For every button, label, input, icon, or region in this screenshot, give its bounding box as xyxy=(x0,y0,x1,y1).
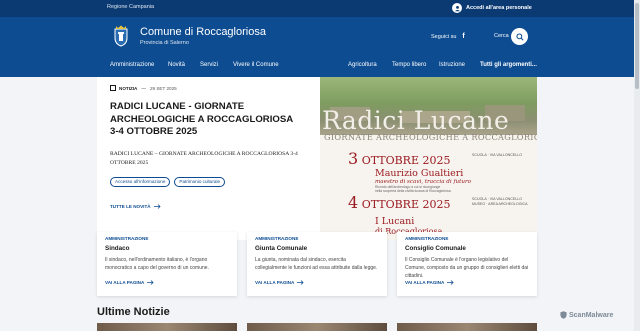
news-thumbnail[interactable] xyxy=(247,323,387,331)
card-text: Il sindaco, nell'ordinamento italiano, è… xyxy=(105,257,209,271)
poster-event-2: 4 OTTOBRE 2025 SCUOLA · VIA VALLONCELLO … xyxy=(348,193,528,236)
card-category: AMMINISTRAZIONE xyxy=(105,236,149,241)
region-link[interactable]: Regione Campania xyxy=(107,4,154,10)
search-icon xyxy=(515,32,524,41)
event-date: 4 OTTOBRE 2025 xyxy=(348,193,451,212)
event-location: SCUOLA · VIA VALLONCELLO xyxy=(472,153,523,157)
card-link[interactable]: VAI ALLA PAGINA xyxy=(105,280,154,285)
main-navigation: Amministrazione Novità Servizi Vivere il… xyxy=(0,57,640,77)
news-thumbnail[interactable] xyxy=(97,323,237,331)
category-label: NOTIZIA xyxy=(119,85,138,91)
event-speaker: I Lucani xyxy=(375,216,415,227)
news-tags: Accesso all'informazione Patrimonio cult… xyxy=(110,176,300,187)
card-link-label: VAI ALLA PAGINA xyxy=(405,280,445,285)
slim-header: Regione Campania Accedi all'area persona… xyxy=(0,0,640,17)
shield-icon xyxy=(560,311,567,319)
poster-subtitle: GIORNATE ARCHEOLOGICHE A ROCCAGLORIOSA xyxy=(324,132,537,142)
arrow-right-icon xyxy=(297,280,304,285)
news-date: 29 SET 2025 xyxy=(149,85,177,91)
login-button[interactable]: Accedi all'area personale xyxy=(452,3,532,13)
event-speaker: Maurizio Gualtieri xyxy=(375,168,464,179)
card-category: AMMINISTRAZIONE xyxy=(255,236,299,241)
latest-news-heading: Ultime Notizie xyxy=(97,306,170,318)
user-icon xyxy=(452,3,462,13)
card-title[interactable]: Consiglio Comunale xyxy=(405,245,529,252)
event-location: SCUOLA · VIA VALLONCELLO MUSEO · AREA AR… xyxy=(472,197,528,206)
poster-event-1: 3 OTTOBRE 2025 SCUOLA · VIA VALLONCELLO … xyxy=(348,149,522,193)
arrow-right-icon xyxy=(147,280,154,285)
watermark: ScanMalware xyxy=(560,311,613,319)
all-news-link[interactable]: TUTTE LE NOVITÀ xyxy=(110,203,300,210)
hero-text: NOTIZIA — 29 SET 2025 RADICI LUCANE - GI… xyxy=(110,85,300,210)
separator: — xyxy=(141,85,146,91)
card-link-label: VAI ALLA PAGINA xyxy=(105,280,145,285)
municipal-crest-icon xyxy=(113,25,129,47)
card-title[interactable]: Giunta Comunale xyxy=(255,245,379,252)
calendar-icon xyxy=(110,85,116,91)
nav-item-servizi[interactable]: Servizi xyxy=(200,62,218,68)
news-title[interactable]: RADICI LUCANE - GIORNATE ARCHEOLOGICHE A… xyxy=(110,101,300,139)
card-consiglio-comunale: AMMINISTRAZIONE Consiglio Comunale Il Co… xyxy=(397,232,537,296)
province-label: Provincia di Salerno xyxy=(140,40,189,46)
all-news-label: TUTTE LE NOVITÀ xyxy=(110,204,151,209)
search-label: Cerca xyxy=(494,33,509,39)
news-description: RADICI LUCANE – GIORNATE ARCHEOLOGICHE A… xyxy=(110,150,298,166)
event-poster-image[interactable]: Radici Lucane GIORNATE ARCHEOLOGICHE A R… xyxy=(320,77,537,240)
watermark-label: ScanMalware xyxy=(569,311,614,319)
nav-item-agricoltura[interactable]: Agricoltura xyxy=(348,62,377,68)
tag-patrimonio-culturale[interactable]: Patrimonio culturale xyxy=(174,176,226,187)
facebook-icon[interactable]: f xyxy=(462,33,464,40)
nav-item-istruzione[interactable]: Istruzione xyxy=(439,62,465,68)
nav-item-amministrazione[interactable]: Amministrazione xyxy=(110,62,154,68)
card-text: La giunta, nominata dal sindaco, esercit… xyxy=(255,257,378,271)
arrow-right-icon xyxy=(447,280,454,285)
tag-accesso-informazione[interactable]: Accesso all'informazione xyxy=(110,176,171,187)
login-label: Accedi all'area personale xyxy=(466,5,532,11)
hero-news: NOTIZIA — 29 SET 2025 RADICI LUCANE - GI… xyxy=(97,77,537,240)
social-links: Seguici su f xyxy=(431,33,465,40)
search-button[interactable] xyxy=(511,28,528,45)
card-text: Il Consiglio Comunale è l'organo legisla… xyxy=(405,257,529,279)
scrollbar-thumb[interactable] xyxy=(635,3,639,89)
administration-cards: AMMINISTRAZIONE Sindaco Il sindaco, nell… xyxy=(97,232,537,296)
event-date: 3 OTTOBRE 2025 xyxy=(348,149,451,168)
nav-item-novita[interactable]: Novità xyxy=(168,62,185,68)
nav-item-tutti-gli-argomenti[interactable]: Tutti gli argomenti... xyxy=(480,62,537,68)
arrow-right-icon xyxy=(153,203,161,210)
nav-item-tempo-libero[interactable]: Tempo libero xyxy=(392,62,426,68)
site-name[interactable]: Comune di Roccagloriosa xyxy=(140,26,266,38)
news-category: NOTIZIA xyxy=(110,85,137,91)
poster-title: Radici Lucane xyxy=(322,106,510,135)
follow-label: Seguici su xyxy=(431,33,457,40)
card-link[interactable]: VAI ALLA PAGINA xyxy=(405,280,454,285)
card-sindaco: AMMINISTRAZIONE Sindaco Il sindaco, nell… xyxy=(97,232,237,296)
card-category: AMMINISTRAZIONE xyxy=(405,236,449,241)
card-giunta-comunale: AMMINISTRAZIONE Giunta Comunale La giunt… xyxy=(247,232,387,296)
card-link-label: VAI ALLA PAGINA xyxy=(255,280,295,285)
latest-news-thumbnails xyxy=(97,323,537,331)
page-scrollbar[interactable] xyxy=(634,0,640,331)
card-title[interactable]: Sindaco xyxy=(105,245,229,252)
center-header: Comune di Roccagloriosa Provincia di Sal… xyxy=(0,17,640,57)
news-thumbnail[interactable] xyxy=(397,323,537,331)
card-link[interactable]: VAI ALLA PAGINA xyxy=(255,280,304,285)
nav-item-vivere-il-comune[interactable]: Vivere il Comune xyxy=(233,62,279,68)
news-meta: NOTIZIA — 29 SET 2025 xyxy=(110,85,300,91)
